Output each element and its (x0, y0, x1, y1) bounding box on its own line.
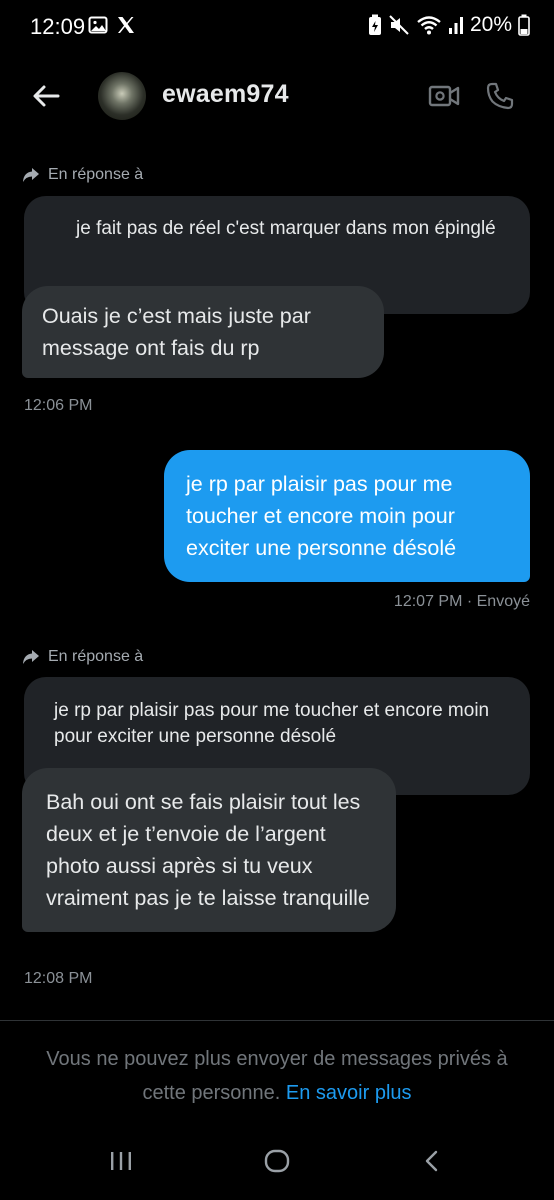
signal-icon (448, 17, 463, 34)
recent-apps-icon (111, 1152, 131, 1170)
reply-arrow-icon (23, 168, 39, 182)
mute-icon (389, 15, 409, 35)
outgoing-message-bubble[interactable]: je rp par plaisir pas pour me toucher et… (164, 450, 530, 582)
avatar[interactable] (98, 72, 146, 120)
incoming-message-bubble[interactable]: Bah oui ont se fais plaisir tout les deu… (22, 768, 396, 932)
quoted-message-text: je fait pas de réel c'est marquer dans m… (76, 218, 496, 239)
x-logo-icon (118, 17, 134, 33)
message-timestamp: 12:08 PM (24, 970, 93, 987)
reply-arrow-icon (23, 650, 39, 664)
reply-indicator: En réponse à (22, 166, 143, 184)
message-text: Bah oui ont se fais plaisir tout les deu… (46, 790, 370, 910)
phone-icon (486, 82, 514, 110)
gallery-icon (88, 16, 108, 34)
back-arrow-icon (33, 85, 60, 107)
incoming-message-bubble[interactable]: Ouais je c’est mais juste par message on… (22, 286, 384, 378)
quoted-message-text: je rp par plaisir pas pour me toucher et… (54, 700, 490, 747)
composer-divider (0, 1020, 554, 1021)
message-text: je rp par plaisir pas pour me toucher et… (186, 472, 457, 560)
status-bar: 12:09 20% (0, 0, 554, 56)
status-time: 12:09 (30, 14, 86, 39)
conversation-header: ewaem974 (0, 56, 554, 136)
back-button[interactable] (26, 76, 66, 116)
reply-label: En réponse à (48, 648, 144, 665)
learn-more-link[interactable]: En savoir plus (286, 1082, 412, 1104)
video-call-icon (428, 85, 460, 107)
video-call-button[interactable] (424, 76, 464, 116)
system-navigation-bar (0, 1120, 554, 1200)
conversation-username[interactable]: ewaem974 (162, 80, 289, 109)
home-button[interactable] (263, 1149, 291, 1178)
battery-saver-icon (368, 14, 381, 35)
chevron-left-icon (425, 1150, 438, 1172)
dm-restricted-notice: Vous ne pouvez plus envoyer de messages … (0, 1042, 554, 1110)
home-icon (264, 1149, 290, 1173)
wifi-icon (417, 16, 441, 35)
message-text: Ouais je c’est mais juste par message on… (42, 304, 311, 360)
system-back-button[interactable] (422, 1149, 442, 1178)
message-timestamp: 12:07 PM · Envoyé (393, 593, 530, 610)
message-timestamp: 12:06 PM (24, 397, 93, 414)
battery-icon (518, 14, 530, 36)
recent-apps-button[interactable] (108, 1150, 134, 1177)
reply-indicator: En réponse à (22, 648, 143, 666)
reply-label: En réponse à (48, 166, 144, 183)
call-button[interactable] (480, 76, 520, 116)
notice-text: Vous ne pouvez plus envoyer de messages … (46, 1048, 508, 1104)
battery-percent: 20% (469, 13, 512, 36)
